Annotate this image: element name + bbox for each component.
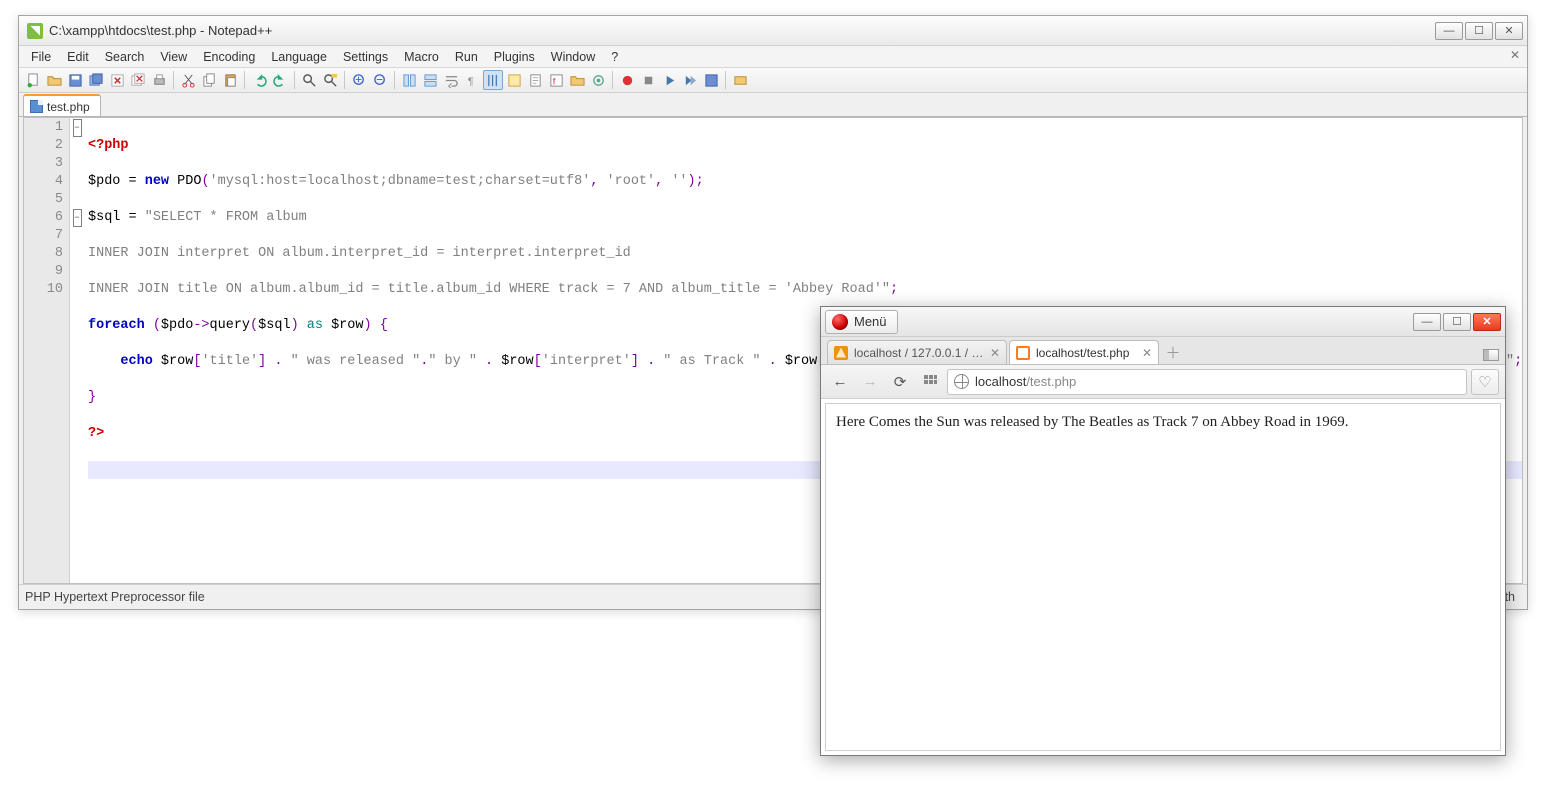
wrap-icon[interactable] [441,70,461,90]
func-list-icon[interactable]: f [546,70,566,90]
opera-page-content: Here Comes the Sun was released by The B… [825,403,1501,751]
menu-file[interactable]: File [23,48,59,66]
address-bar[interactable]: localhost/test.php [947,369,1467,395]
copy-icon[interactable] [199,70,219,90]
globe-icon [954,374,969,389]
opera-tab-testphp[interactable]: localhost/test.php ✕ [1009,340,1159,364]
svg-text:¶: ¶ [467,76,473,87]
print-icon[interactable] [149,70,169,90]
show-all-chars-icon[interactable]: ¶ [462,70,482,90]
npp-titlebar[interactable]: C:\xampp\htdocs\test.php - Notepad++ — ☐… [19,16,1527,46]
sync-h-icon[interactable] [420,70,440,90]
menu-run[interactable]: Run [447,48,486,66]
panel-toggle-icon[interactable] [1483,349,1499,361]
opera-tab-phpmyadmin[interactable]: localhost / 127.0.0.1 / test ✕ [827,340,1007,364]
menu-search[interactable]: Search [97,48,153,66]
tab-close-icon[interactable]: ✕ [990,346,1000,360]
opera-tab1-label: localhost / 127.0.0.1 / test [854,346,984,360]
new-tab-button[interactable]: ＋ [1163,342,1183,362]
monitor-icon[interactable] [588,70,608,90]
fold-column: − − [70,118,84,583]
new-file-icon[interactable] [23,70,43,90]
redo-icon[interactable] [270,70,290,90]
fold-toggle-icon[interactable]: − [73,209,82,227]
record-macro-icon[interactable] [617,70,637,90]
plugin-icon[interactable] [730,70,750,90]
zoom-out-icon[interactable] [370,70,390,90]
notepadpp-icon [27,23,43,39]
npp-menubar: File Edit Search View Encoding Language … [19,46,1527,68]
opera-close-button[interactable]: ✕ [1473,313,1501,331]
play-multi-icon[interactable] [680,70,700,90]
open-file-icon[interactable] [44,70,64,90]
undo-icon[interactable] [249,70,269,90]
file-icon [30,100,43,113]
npp-tabbar: test.php [19,93,1527,117]
cut-icon[interactable] [178,70,198,90]
sync-v-icon[interactable] [399,70,419,90]
npp-maximize-button[interactable]: ☐ [1465,22,1493,40]
xampp-favicon-icon [1016,346,1030,360]
indent-guide-icon[interactable] [483,70,503,90]
speed-dial-button[interactable] [917,370,943,394]
save-icon[interactable] [65,70,85,90]
opera-minimize-button[interactable]: — [1413,313,1441,331]
reload-button[interactable]: ⟳ [887,370,913,394]
opera-tab2-label: localhost/test.php [1036,346,1136,360]
menu-view[interactable]: View [152,48,195,66]
menu-macro[interactable]: Macro [396,48,447,66]
npp-minimize-button[interactable]: — [1435,22,1463,40]
save-macro-icon[interactable] [701,70,721,90]
close-file-icon[interactable] [107,70,127,90]
fold-toggle-icon[interactable]: − [73,119,82,137]
back-button[interactable]: ← [827,370,853,394]
opera-titlebar[interactable]: Menü — ☐ ✕ [821,307,1505,337]
stop-macro-icon[interactable] [638,70,658,90]
npp-tab-testphp[interactable]: test.php [23,94,101,116]
line-number-gutter: 1 2 3 4 5 6 7 8 9 10 [24,118,70,583]
menu-encoding[interactable]: Encoding [195,48,263,66]
opera-nav-toolbar: ← → ⟳ localhost/test.php ♡ [821,365,1505,399]
menu-edit[interactable]: Edit [59,48,97,66]
svg-text:f: f [552,76,555,86]
npp-window-title: C:\xampp\htdocs\test.php - Notepad++ [49,23,272,38]
opera-browser-window: Menü — ☐ ✕ localhost / 127.0.0.1 / test … [820,306,1506,756]
menu-window[interactable]: Window [543,48,603,66]
user-lang-icon[interactable] [504,70,524,90]
paste-icon[interactable] [220,70,240,90]
npp-close-button[interactable]: ✕ [1495,22,1523,40]
menu-help[interactable]: ? [603,48,626,66]
menu-language[interactable]: Language [263,48,335,66]
npp-tab-label: test.php [47,100,90,114]
zoom-in-icon[interactable] [349,70,369,90]
url-text: localhost/test.php [975,374,1076,389]
bookmark-heart-button[interactable]: ♡ [1471,369,1499,395]
tab-close-icon[interactable]: ✕ [1142,346,1152,360]
opera-menu-label: Menü [854,314,887,329]
play-macro-icon[interactable] [659,70,679,90]
find-icon[interactable] [299,70,319,90]
npp-mdi-close-icon[interactable]: ✕ [1507,48,1523,64]
menu-settings[interactable]: Settings [335,48,396,66]
forward-button[interactable]: → [857,370,883,394]
status-filetype: PHP Hypertext Preprocessor file [25,590,205,604]
save-all-icon[interactable] [86,70,106,90]
npp-toolbar: ¶ f [19,68,1527,93]
folder-icon[interactable] [567,70,587,90]
menu-plugins[interactable]: Plugins [486,48,543,66]
doc-map-icon[interactable] [525,70,545,90]
opera-menu-button[interactable]: Menü [825,310,898,334]
close-all-icon[interactable] [128,70,148,90]
opera-maximize-button[interactable]: ☐ [1443,313,1471,331]
replace-icon[interactable] [320,70,340,90]
opera-tabbar: localhost / 127.0.0.1 / test ✕ localhost… [821,337,1505,365]
phpmyadmin-favicon-icon [834,346,848,360]
opera-logo-icon [832,314,848,330]
page-output-text: Here Comes the Sun was released by The B… [836,414,1349,430]
